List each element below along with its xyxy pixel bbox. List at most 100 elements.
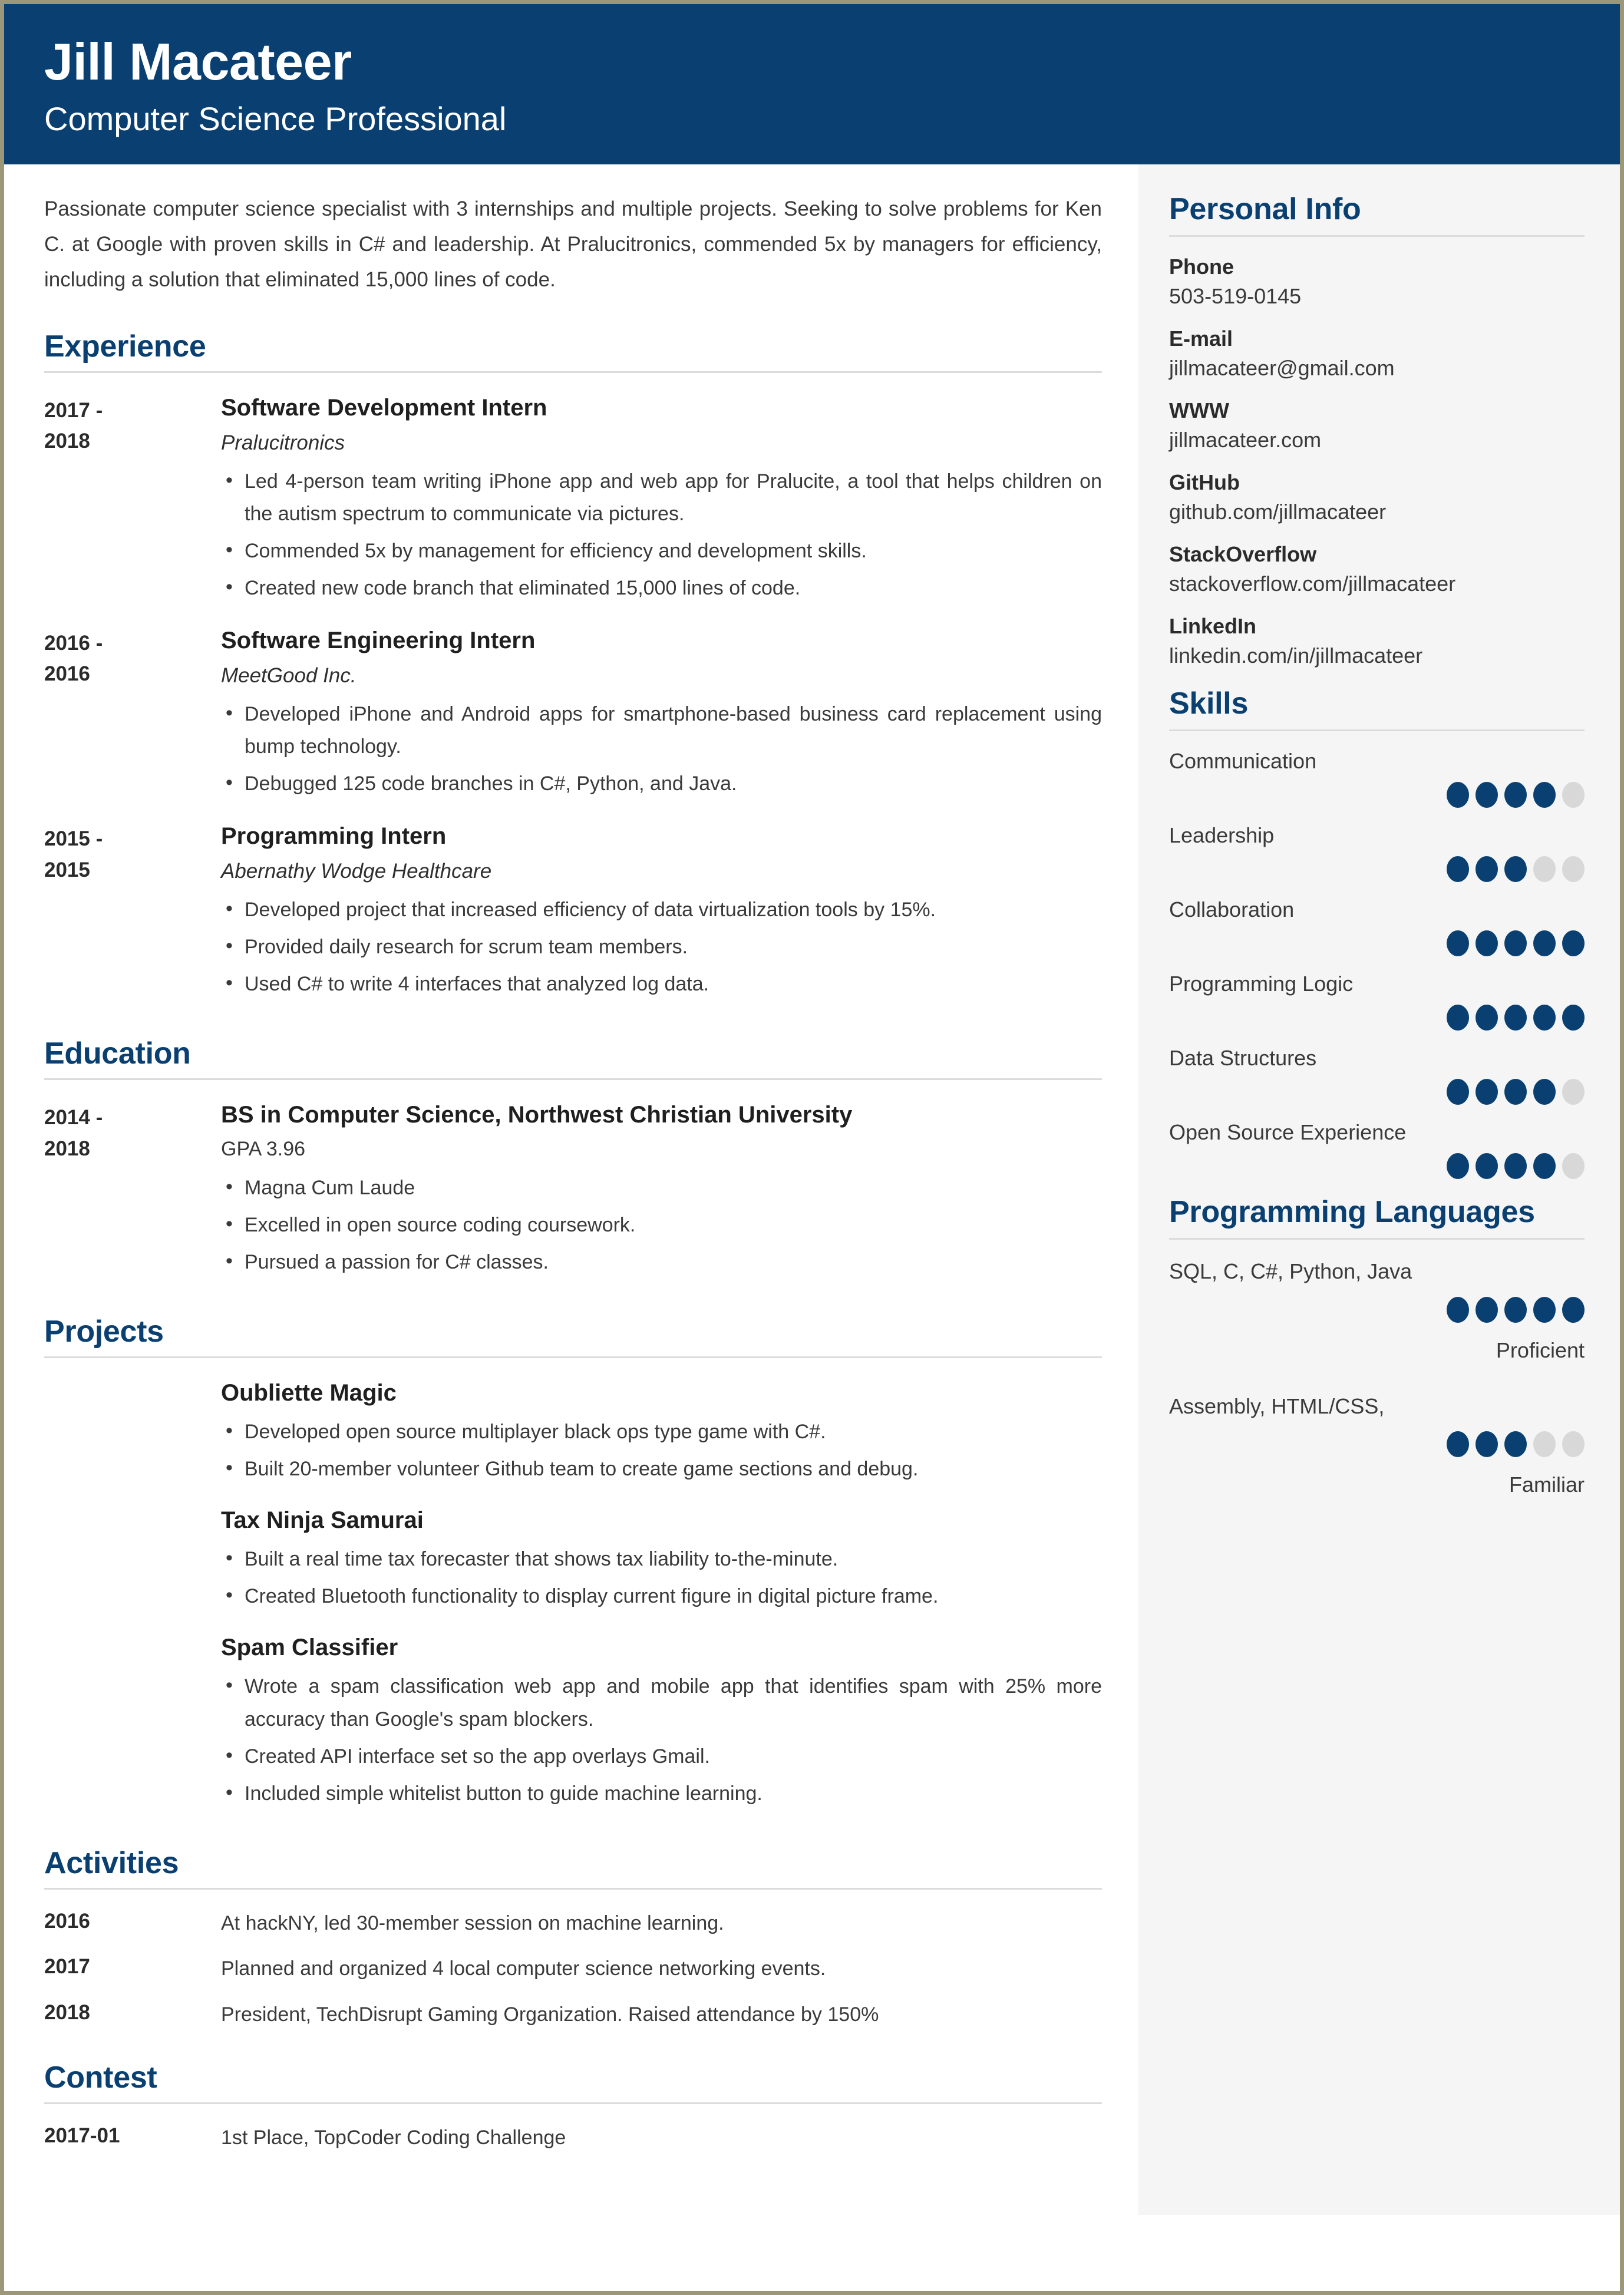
- skill-name: Programming Logic: [1169, 971, 1354, 996]
- resume-header: Jill Macateer Computer Science Professio…: [4, 4, 1620, 164]
- rating-dot: [1504, 781, 1527, 808]
- bullet-item: Commended 5x by management for efficienc…: [221, 534, 1102, 567]
- contact-label: GitHub: [1169, 470, 1240, 494]
- professional-summary: Passionate computer science specialist w…: [44, 197, 1102, 292]
- project-entry: Spam Classifier Wrote a spam classificati…: [44, 1633, 1102, 1814]
- bullet-item: Magna Cum Laude: [221, 1171, 1102, 1204]
- bullet-list: Developed project that increased efficie…: [221, 893, 1102, 1000]
- row-text: At hackNY, led 30-member session on mach…: [221, 1911, 724, 1934]
- bullet-item: Wrote a spam classification web app and …: [221, 1669, 1102, 1735]
- contact-item: E-mail jillmacateer@gmail.com: [1169, 326, 1585, 381]
- entry-body: Programming Intern Abernathy Wodge Health…: [221, 821, 1102, 1005]
- rating-dot: [1562, 1296, 1585, 1323]
- rating-dot: [1447, 1004, 1469, 1031]
- project-date-spacer: [44, 1378, 221, 1490]
- rating-dots: [1169, 1004, 1585, 1031]
- bullet-item: Built a real time tax forecaster that sh…: [221, 1542, 1102, 1576]
- bullet-list: Led 4-person team writing iPhone app and…: [221, 464, 1102, 605]
- rating-dot: [1504, 1078, 1527, 1105]
- rating-dot: [1562, 1078, 1585, 1105]
- employer-name: MeetGood Inc.: [221, 663, 357, 687]
- bullet-item: Excelled in open source coding coursewor…: [221, 1208, 1102, 1241]
- job-title: Software Engineering Intern: [221, 627, 536, 653]
- skill-row: Programming Logic: [1169, 972, 1585, 1031]
- degree-title: BS in Computer Science, Northwest Christ…: [221, 1102, 853, 1128]
- entry-date-range: 2017 - 2018: [44, 393, 221, 609]
- entry-body: Oubliette Magic Developed open source mul…: [221, 1378, 1102, 1490]
- contest-list: 2017-01 1st Place, TopCoder Coding Challe…: [44, 2124, 1102, 2152]
- contact-list: Phone 503-519-0145 E-mail jillmacateer@gmai…: [1169, 255, 1585, 668]
- bullet-list: Magna Cum Laude Excelled in open source c…: [221, 1171, 1102, 1279]
- rating-dots: [1169, 1431, 1585, 1458]
- contact-value[interactable]: stackoverflow.com/jillmacateer: [1169, 572, 1585, 596]
- contact-value[interactable]: linkedin.com/in/jillmacateer: [1169, 643, 1585, 668]
- rating-dot: [1504, 1153, 1527, 1179]
- resume-page: Jill Macateer Computer Science Professio…: [0, 0, 1624, 2295]
- bullet-item: Included simple whitelist button to guid…: [221, 1776, 1102, 1810]
- sidebar-column: Personal Info Phone 503-519-0145 E-mail jil…: [1138, 164, 1620, 2215]
- contact-value[interactable]: 503-519-0145: [1169, 284, 1585, 309]
- skill-name: Collaboration: [1169, 897, 1295, 922]
- rating-dots: [1169, 1296, 1585, 1323]
- rating-dot: [1562, 856, 1585, 882]
- candidate-job-title: Computer Science Professional: [44, 100, 507, 138]
- bullet-item: Created API interface set so the app ove…: [221, 1739, 1102, 1773]
- activity-row: 2016 At hackNY, led 30-member session on …: [44, 1910, 1102, 1938]
- rating-dot: [1533, 1296, 1556, 1323]
- skill-row: Leadership: [1169, 823, 1585, 882]
- rating-dot: [1504, 856, 1527, 882]
- experience-entry: 2017 - 2018 Software Development Intern Pra…: [44, 393, 1102, 609]
- contact-item: Phone 503-519-0145: [1169, 255, 1585, 309]
- rating-dot: [1447, 930, 1469, 956]
- rating-dot: [1504, 930, 1527, 956]
- project-title: Oubliette Magic: [221, 1380, 397, 1406]
- bullet-item: Provided daily research for scrum team m…: [221, 930, 1102, 963]
- row-text: 1st Place, TopCoder Coding Challenge: [221, 2126, 566, 2149]
- entry-body: BS in Computer Science, Northwest Christ…: [221, 1100, 1102, 1283]
- language-list-text: Assembly, HTML/CSS,: [1169, 1393, 1385, 1418]
- date-end: 2018: [44, 1137, 90, 1160]
- date-end: 2018: [44, 430, 90, 453]
- entry-body: Software Development Intern Pralucitronic…: [221, 393, 1102, 609]
- employer-name: Pralucitronics: [221, 431, 345, 454]
- project-entry: Tax Ninja Samurai Built a real time tax f…: [44, 1505, 1102, 1617]
- bullet-item: Debugged 125 code branches in C#, Python…: [221, 767, 1102, 800]
- rating-dot: [1533, 856, 1556, 882]
- contact-value[interactable]: github.com/jillmacateer: [1169, 500, 1585, 524]
- rating-dot: [1447, 1153, 1469, 1179]
- section-divider: [44, 1078, 1102, 1081]
- contact-value[interactable]: jillmacateer@gmail.com: [1169, 356, 1585, 381]
- bullet-item: Developed iPhone and Android apps for sm…: [221, 697, 1102, 763]
- date-end: 2015: [44, 858, 90, 881]
- section-divider: [1169, 1237, 1585, 1240]
- section-divider: [44, 1887, 1102, 1890]
- entry-body: Software Engineering Intern MeetGood Inc.…: [221, 626, 1102, 805]
- date-start: 2016 -: [44, 631, 103, 655]
- row-date: 2017: [44, 1955, 90, 1979]
- projects-list: Oubliette Magic Developed open source mul…: [44, 1378, 1102, 1815]
- contact-value[interactable]: jillmacateer.com: [1169, 428, 1585, 453]
- skill-row: Open Source Experience: [1169, 1120, 1585, 1179]
- project-title: Spam Classifier: [221, 1634, 398, 1661]
- rating-dot: [1562, 1004, 1585, 1031]
- rating-dot: [1447, 1431, 1469, 1458]
- section-divider: [44, 2102, 1102, 2104]
- bullet-item: Pursued a passion for C# classes.: [221, 1245, 1102, 1279]
- date-start: 2014 -: [44, 1106, 103, 1130]
- language-proficiency-label: Proficient: [1496, 1338, 1585, 1362]
- rating-dot: [1562, 1431, 1585, 1458]
- rating-dots: [1169, 1153, 1585, 1179]
- rating-dot: [1562, 781, 1585, 808]
- bullet-item: Created Bluetooth functionality to displ…: [221, 1579, 1102, 1613]
- project-date-spacer: [44, 1505, 221, 1617]
- rating-dots: [1169, 856, 1585, 882]
- skill-row: Data Structures: [1169, 1046, 1585, 1105]
- section-heading-contest: Contest: [44, 2060, 157, 2095]
- job-title: Programming Intern: [221, 823, 447, 850]
- skill-row: Collaboration: [1169, 897, 1585, 956]
- rating-dot: [1476, 856, 1498, 882]
- rating-dot: [1504, 1004, 1527, 1031]
- section-divider: [44, 1356, 1102, 1359]
- bullet-item: Used C# to write 4 interfaces that analy…: [221, 967, 1102, 1000]
- bullet-item: Developed project that increased efficie…: [221, 893, 1102, 926]
